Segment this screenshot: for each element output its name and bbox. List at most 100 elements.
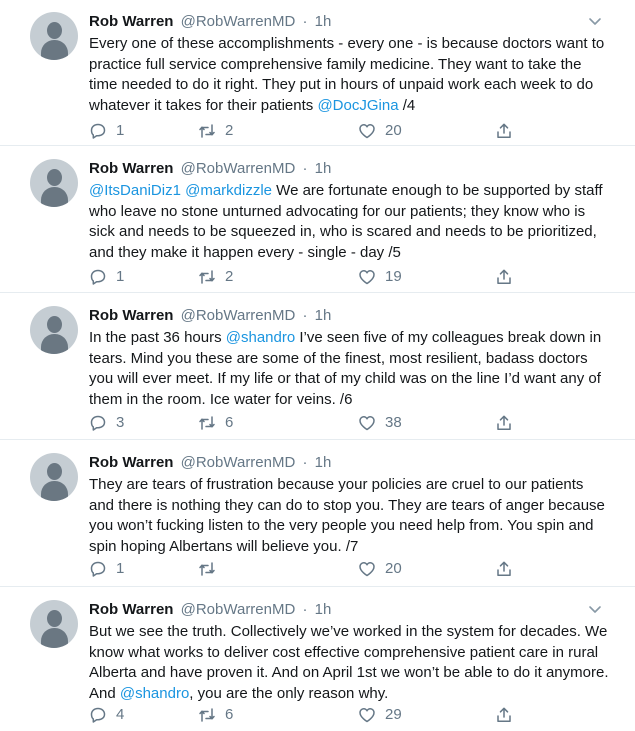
author-handle[interactable]: @RobWarrenMD	[181, 307, 296, 324]
separator-dot: ·	[302, 160, 308, 177]
retweet-button[interactable]: 2	[198, 121, 233, 141]
heart-icon	[359, 270, 375, 285]
retweet-button[interactable]	[198, 559, 225, 579]
tweet-header: Rob Warren @RobWarrenMD · 1h	[89, 159, 331, 179]
heart-icon	[359, 416, 375, 431]
mention-link[interactable]: @ItsDaniDiz1	[89, 182, 181, 199]
tweet[interactable]: Rob Warren @RobWarrenMD · 1h @ItsDaniDiz…	[0, 147, 635, 293]
reply-button[interactable]: 1	[89, 267, 124, 287]
separator-dot: ·	[302, 454, 308, 471]
author-handle[interactable]: @RobWarrenMD	[181, 601, 296, 618]
avatar[interactable]	[30, 306, 78, 354]
like-button[interactable]: 29	[358, 705, 402, 725]
mention-link[interactable]: @markdizzle	[185, 182, 272, 199]
author-name[interactable]: Rob Warren	[89, 454, 173, 471]
share-button[interactable]	[495, 559, 513, 579]
retweet-icon	[199, 708, 215, 722]
timestamp[interactable]: 1h	[315, 454, 332, 471]
tweet-header: Rob Warren @RobWarrenMD · 1h	[89, 600, 331, 620]
tweet-actions: 1 2 19	[89, 267, 529, 287]
retweet-button[interactable]: 6	[198, 705, 233, 725]
tweet-actions: 3 6 38	[89, 413, 529, 433]
tweet-text: They are tears of frustration because yo…	[89, 475, 609, 557]
tweet-actions: 4 6 29	[89, 705, 529, 725]
like-count: 20	[385, 122, 402, 139]
share-button[interactable]	[495, 121, 513, 141]
reply-button[interactable]: 1	[89, 559, 124, 579]
tweet-header: Rob Warren @RobWarrenMD · 1h	[89, 306, 331, 326]
tweet[interactable]: Rob Warren @RobWarrenMD · 1h Every one o…	[0, 0, 635, 146]
chevron-down-icon[interactable]	[588, 602, 602, 616]
like-button[interactable]: 38	[358, 413, 402, 433]
like-button[interactable]: 20	[358, 121, 402, 141]
reply-icon	[90, 269, 106, 285]
heart-icon	[359, 708, 375, 723]
avatar[interactable]	[30, 159, 78, 207]
reply-icon	[90, 561, 106, 577]
share-button[interactable]	[495, 705, 513, 725]
timestamp[interactable]: 1h	[315, 13, 332, 30]
retweet-icon	[199, 416, 215, 430]
author-handle[interactable]: @RobWarrenMD	[181, 160, 296, 177]
reply-count: 3	[116, 414, 125, 431]
like-button[interactable]: 19	[358, 267, 402, 287]
separator-dot: ·	[302, 307, 308, 324]
heart-icon	[359, 124, 375, 139]
mention-link[interactable]: @shandro	[226, 329, 295, 346]
retweet-icon	[199, 124, 215, 138]
tweet-text: But we see the truth. Collectively we’ve…	[89, 622, 609, 704]
reply-count: 1	[116, 560, 125, 577]
share-button[interactable]	[495, 267, 513, 287]
like-button[interactable]: 20	[358, 559, 402, 579]
like-count: 20	[385, 560, 402, 577]
share-icon	[497, 415, 511, 431]
retweet-count: 6	[225, 414, 234, 431]
author-name[interactable]: Rob Warren	[89, 13, 173, 30]
tweet-header: Rob Warren @RobWarrenMD · 1h	[89, 453, 331, 473]
mention-link[interactable]: @DocJGina	[317, 97, 398, 114]
avatar[interactable]	[30, 600, 78, 648]
like-count: 19	[385, 268, 402, 285]
author-handle[interactable]: @RobWarrenMD	[181, 454, 296, 471]
author-name[interactable]: Rob Warren	[89, 307, 173, 324]
timestamp[interactable]: 1h	[315, 601, 332, 618]
timestamp[interactable]: 1h	[315, 160, 332, 177]
reply-icon	[90, 123, 106, 139]
tweet[interactable]: Rob Warren @RobWarrenMD · 1h In the past…	[0, 294, 635, 440]
chevron-down-icon[interactable]	[588, 14, 602, 28]
reply-icon	[90, 415, 106, 431]
heart-icon	[359, 562, 375, 577]
avatar[interactable]	[30, 453, 78, 501]
mention-link[interactable]: @shandro	[120, 685, 189, 702]
tweet-actions: 1 2 20	[89, 121, 529, 141]
text-segment: They are tears of frustration because yo…	[89, 476, 605, 555]
timestamp[interactable]: 1h	[315, 307, 332, 324]
tweet[interactable]: Rob Warren @RobWarrenMD · 1h But we see …	[0, 588, 635, 731]
separator-dot: ·	[302, 13, 308, 30]
avatar[interactable]	[30, 12, 78, 60]
reply-count: 1	[116, 268, 125, 285]
reply-icon	[90, 707, 106, 723]
author-handle[interactable]: @RobWarrenMD	[181, 13, 296, 30]
author-name[interactable]: Rob Warren	[89, 601, 173, 618]
share-button[interactable]	[495, 413, 513, 433]
reply-button[interactable]: 4	[89, 705, 124, 725]
tweet-header: Rob Warren @RobWarrenMD · 1h	[89, 12, 331, 32]
tweet-text: @ItsDaniDiz1 @markdizzle We are fortunat…	[89, 181, 609, 263]
like-count: 29	[385, 706, 402, 723]
text-segment: /4	[398, 96, 416, 114]
share-icon	[497, 707, 511, 723]
retweet-button[interactable]: 6	[198, 413, 233, 433]
reply-button[interactable]: 1	[89, 121, 124, 141]
retweet-icon	[199, 562, 215, 576]
reply-button[interactable]: 3	[89, 413, 124, 433]
retweet-count: 2	[225, 268, 234, 285]
tweet-text: Every one of these accomplishments - eve…	[89, 34, 609, 116]
author-name[interactable]: Rob Warren	[89, 160, 173, 177]
retweet-count: 2	[225, 122, 234, 139]
text-segment: In the past 36 hours	[89, 329, 226, 346]
tweet[interactable]: Rob Warren @RobWarrenMD · 1h They are te…	[0, 441, 635, 587]
retweet-button[interactable]: 2	[198, 267, 233, 287]
retweet-icon	[199, 270, 215, 284]
reply-count: 1	[116, 122, 125, 139]
